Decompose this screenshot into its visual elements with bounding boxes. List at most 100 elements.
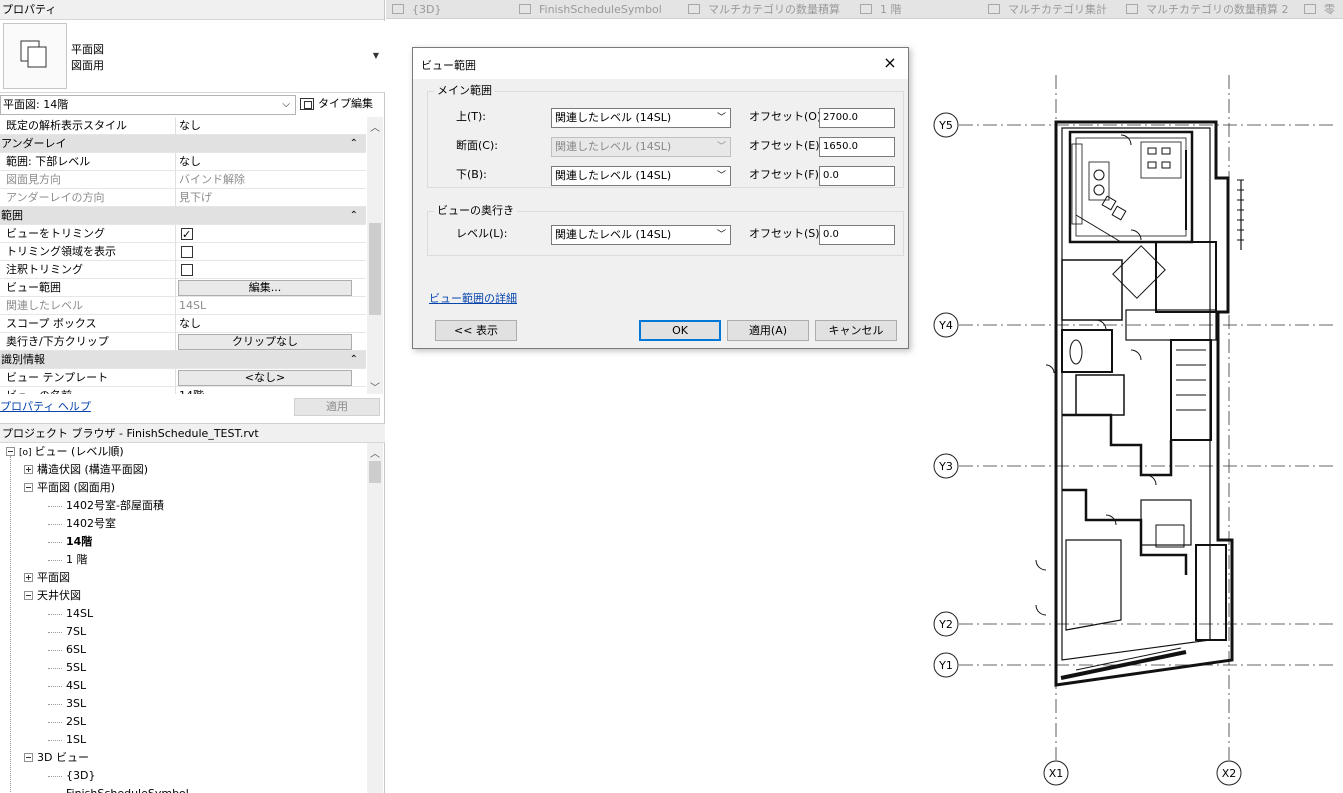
type-selector[interactable]: 平面図 図面用 ▼: [0, 21, 385, 93]
grid-bubble[interactable]: Y5: [933, 112, 959, 138]
tree-node[interactable]: 天井伏図: [24, 587, 81, 605]
grid-bubble[interactable]: X1: [1043, 760, 1069, 786]
type-dropdown-icon[interactable]: ▼: [373, 51, 379, 60]
view-tab[interactable]: マルチカテゴリ集計: [988, 0, 1107, 18]
dialog-apply-button[interactable]: 適用(A): [727, 320, 809, 341]
view-tab-label: 零: [1324, 3, 1335, 16]
browser-scrollbar[interactable]: ︿: [367, 443, 383, 793]
property-group-header[interactable]: 識別情報 ⌃: [0, 351, 366, 369]
property-value[interactable]: 14階: [177, 387, 353, 394]
property-row[interactable]: ビュー範囲 編集...: [0, 279, 366, 297]
ok-button[interactable]: OK: [639, 320, 721, 341]
tree-node[interactable]: 5SL: [48, 659, 86, 677]
property-checkbox[interactable]: [181, 226, 193, 243]
collapse-icon[interactable]: ⌃: [350, 207, 358, 224]
properties-help-link[interactable]: プロパティ ヘルプ: [0, 398, 91, 414]
collapse-icon[interactable]: [24, 483, 33, 492]
tree-node[interactable]: 2SL: [48, 713, 86, 731]
tree-node[interactable]: 1402号室: [48, 515, 116, 533]
collapse-icon[interactable]: [6, 447, 15, 456]
scroll-thumb[interactable]: [369, 223, 381, 315]
property-row[interactable]: スコープ ボックス なし: [0, 315, 366, 333]
show-button[interactable]: << 表示: [435, 320, 517, 341]
grid-bubble[interactable]: Y2: [933, 611, 959, 637]
property-row[interactable]: 注釈トリミング: [0, 261, 366, 279]
collapse-icon[interactable]: [24, 753, 33, 762]
view-tab[interactable]: FinishScheduleSymbol: [519, 0, 662, 18]
property-value[interactable]: なし: [177, 153, 353, 171]
property-value-button[interactable]: 編集...: [178, 280, 352, 296]
grid-bubble[interactable]: Y1: [933, 652, 959, 678]
tree-node[interactable]: 7SL: [48, 623, 86, 641]
grid-bubble[interactable]: Y3: [933, 453, 959, 479]
property-checkbox[interactable]: [181, 246, 193, 258]
tree-node-label: 1402号室-部屋面積: [66, 499, 164, 512]
tree-node-label: 平面図 (図面用): [37, 481, 116, 494]
dialog-title-bar[interactable]: ビュー範囲 ×: [413, 48, 908, 79]
instance-filter-value: 平面図: 14階: [3, 98, 69, 111]
property-value-button[interactable]: クリップなし: [178, 334, 352, 350]
range-offset-input[interactable]: 1650.0: [819, 137, 895, 157]
tree-node[interactable]: 平面図: [24, 569, 70, 587]
depth-offset-input[interactable]: 0.0: [819, 225, 895, 245]
property-row[interactable]: 範囲: 下部レベル なし: [0, 153, 366, 171]
tree-node[interactable]: 構造伏図 (構造平面図): [24, 461, 148, 479]
depth-level-select[interactable]: 関連したレベル (14SL) ﹀: [551, 225, 731, 245]
properties-scrollbar[interactable]: ︿ ﹀: [367, 117, 383, 394]
scroll-up-icon[interactable]: ︿: [370, 445, 380, 460]
property-row[interactable]: 関連したレベル 14SL: [0, 297, 366, 315]
grid-bubble[interactable]: X2: [1216, 760, 1242, 786]
tree-node[interactable]: 4SL: [48, 677, 86, 695]
scroll-down-icon[interactable]: ﹀: [370, 379, 380, 394]
view-tab[interactable]: {3D}: [392, 0, 441, 18]
grid-bubble[interactable]: Y4: [933, 312, 959, 338]
property-value[interactable]: なし: [177, 117, 353, 135]
tree-node[interactable]: 3D ビュー: [24, 749, 89, 767]
property-group-header[interactable]: アンダーレイ ⌃: [0, 135, 366, 153]
property-value[interactable]: なし: [177, 315, 353, 333]
tree-node[interactable]: 14SL: [48, 605, 93, 623]
property-checkbox[interactable]: [181, 264, 193, 276]
view-tab[interactable]: 零: [1304, 0, 1335, 18]
property-row[interactable]: ビュー テンプレート <なし>: [0, 369, 366, 387]
apply-button[interactable]: 適用: [294, 398, 380, 416]
close-icon[interactable]: ×: [880, 53, 900, 73]
property-value-button[interactable]: <なし>: [178, 370, 352, 386]
range-level-select[interactable]: 関連したレベル (14SL) ﹀: [551, 108, 731, 128]
property-row[interactable]: ビューをトリミング: [0, 225, 366, 243]
range-offset-input[interactable]: 0.0: [819, 166, 895, 186]
scroll-up-icon[interactable]: ︿: [370, 119, 380, 134]
tree-node[interactable]: 1SL: [48, 731, 86, 749]
collapse-icon[interactable]: ⌃: [350, 135, 358, 152]
tree-node[interactable]: 1 階: [48, 551, 88, 569]
range-offset-input[interactable]: 2700.0: [819, 108, 895, 128]
tree-node[interactable]: 6SL: [48, 641, 86, 659]
property-row[interactable]: アンダーレイの方向 見下げ: [0, 189, 366, 207]
range-level-select[interactable]: 関連したレベル (14SL) ﹀: [551, 166, 731, 186]
edit-type-button[interactable]: タイプ編集: [300, 95, 382, 115]
property-row[interactable]: 奥行き/下方クリップ クリップなし: [0, 333, 366, 351]
view-tab[interactable]: マルチカテゴリの数量積算: [688, 0, 840, 18]
property-row[interactable]: 図面見方向 バインド解除: [0, 171, 366, 189]
instance-filter-dropdown[interactable]: 平面図: 14階 ⌵: [0, 95, 296, 115]
cancel-button[interactable]: キャンセル: [815, 320, 897, 341]
tree-node[interactable]: 平面図 (図面用): [24, 479, 115, 497]
tree-node[interactable]: [o] ビュー (レベル順): [6, 443, 124, 461]
view-tab[interactable]: 1 階: [860, 0, 902, 18]
expand-icon[interactable]: [24, 573, 33, 582]
property-row[interactable]: トリミング領域を表示: [0, 243, 366, 261]
view-range-details-link[interactable]: ビュー範囲の詳細: [429, 290, 517, 306]
tree-node[interactable]: 1402号室-部屋面積: [48, 497, 164, 515]
collapse-icon[interactable]: ⌃: [350, 351, 358, 368]
collapse-icon[interactable]: [24, 591, 33, 600]
tree-node[interactable]: FinishScheduleSymbol: [48, 785, 189, 793]
scroll-thumb[interactable]: [369, 461, 381, 483]
view-tab[interactable]: マルチカテゴリの数量積算 2: [1126, 0, 1289, 18]
property-row[interactable]: ビューの名前14階: [0, 387, 366, 394]
tree-node[interactable]: 3SL: [48, 695, 86, 713]
expand-icon[interactable]: [24, 465, 33, 474]
property-row[interactable]: 既定の解析表示スタイル なし: [0, 117, 366, 135]
property-group-header[interactable]: 範囲 ⌃: [0, 207, 366, 225]
tree-node[interactable]: {3D}: [48, 767, 95, 785]
tree-node[interactable]: 14階: [48, 533, 92, 551]
